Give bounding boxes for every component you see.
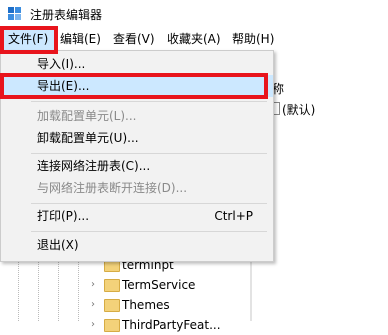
tree-guide-line: [38, 260, 40, 321]
menu-separator: [31, 203, 267, 204]
menu-favorites[interactable]: 收藏夹(A): [167, 28, 221, 50]
menu-item-shortcut: Ctrl+P: [214, 209, 253, 223]
chevron-right-icon[interactable]: ›: [91, 275, 101, 295]
menu-item-unload-hive[interactable]: 卸载配置单元(U)...: [1, 127, 273, 149]
menu-item-disconnect-network-registry: 与网络注册表断开连接(D)...: [1, 177, 273, 199]
title-bar: 注册表编辑器: [0, 0, 388, 28]
menu-item-label: 加载配置单元(L)...: [37, 109, 137, 123]
menu-item-label: 卸载配置单元(U)...: [37, 131, 139, 145]
menu-separator: [31, 231, 267, 232]
tree-item-label: Themes: [122, 298, 170, 312]
tree-guide-line: [78, 260, 80, 321]
menu-item-label: 打印(P)...: [37, 209, 90, 223]
chevron-right-icon[interactable]: ›: [91, 315, 101, 335]
menu-item-import[interactable]: 导入(I)...: [1, 53, 273, 75]
chevron-right-icon[interactable]: ›: [91, 295, 101, 315]
tree-guide-line: [18, 260, 20, 321]
menu-item-print[interactable]: 打印(P)... Ctrl+P: [1, 205, 273, 227]
menu-item-label: 导入(I)...: [37, 57, 86, 71]
menu-item-label: 与网络注册表断开连接(D)...: [37, 181, 188, 195]
value-row-default[interactable]: (默认): [268, 101, 315, 118]
menu-edit[interactable]: 编辑(E): [60, 28, 101, 50]
menu-bar: 文件(F) 编辑(E) 查看(V) 收藏夹(A) 帮助(H): [0, 28, 388, 50]
annotation-box-export-item: [0, 73, 268, 99]
folder-icon: [104, 279, 120, 292]
tree-item-label: ThirdPartyFeat...: [122, 318, 221, 332]
menu-item-label: 退出(X): [37, 238, 79, 252]
value-name: (默认): [282, 103, 316, 117]
menu-item-connect-network-registry[interactable]: 连接网络注册表(C)...: [1, 155, 273, 177]
menu-item-exit[interactable]: 退出(X): [1, 234, 273, 256]
menu-item-label: 连接网络注册表(C)...: [37, 159, 151, 173]
registry-editor-icon: [8, 7, 22, 21]
menu-help[interactable]: 帮助(H): [232, 28, 274, 50]
menu-separator: [31, 101, 267, 102]
tree-guide-line: [58, 260, 60, 321]
menu-item-load-hive: 加载配置单元(L)...: [1, 105, 273, 127]
annotation-box-file-menu: [0, 26, 58, 54]
menu-separator: [31, 153, 267, 154]
pane-splitter[interactable]: [250, 253, 252, 321]
folder-icon: [104, 299, 120, 312]
menu-view[interactable]: 查看(V): [113, 28, 155, 50]
tree-item-label: TermService: [122, 278, 196, 292]
window-title: 注册表编辑器: [30, 8, 103, 22]
